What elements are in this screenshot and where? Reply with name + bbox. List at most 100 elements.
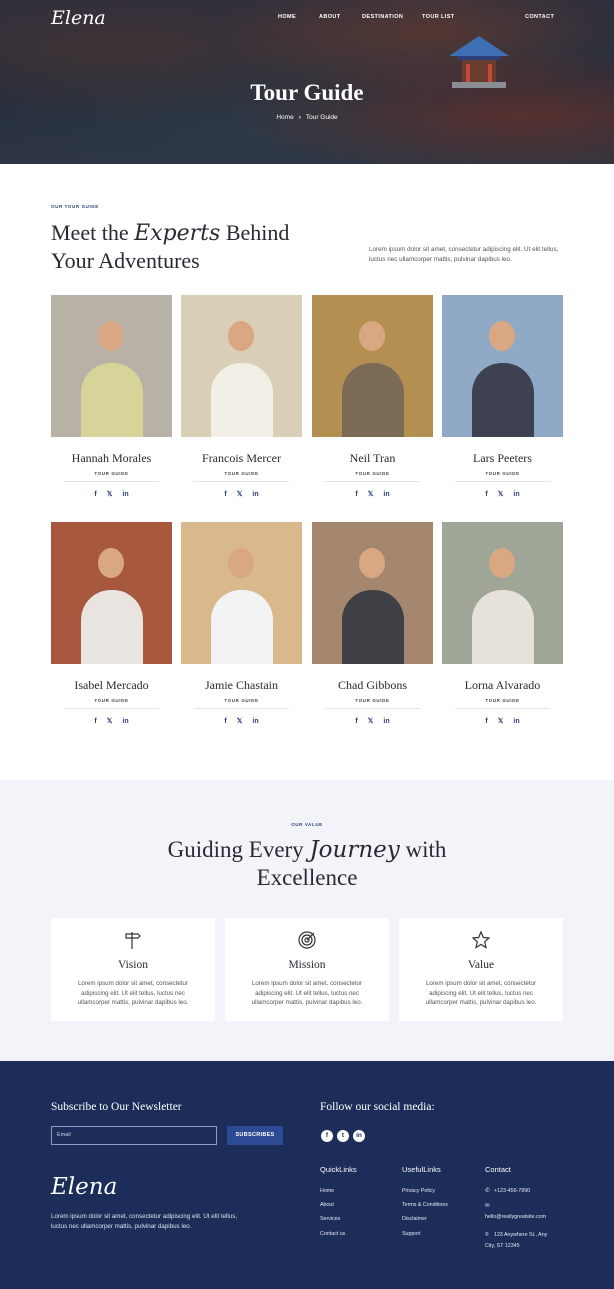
guide-name: Chad Gibbons [338,678,407,692]
footer-link-about[interactable]: About [320,1202,334,1208]
guide-figure-head [228,548,254,578]
mail-icon: ✉ [485,1203,490,1209]
footer-link-disclaimer[interactable]: Disclaimer [402,1216,427,1222]
divider [194,481,289,482]
guide-socials: f 𝕏in [181,717,302,725]
nav-destination[interactable]: DESTINATION [362,14,403,20]
guide-photo [442,295,563,437]
guide-figure-head [489,321,515,351]
divider [325,708,420,709]
nav-tour-list[interactable]: TOUR LIST [422,14,455,20]
contact-phone[interactable]: ✆ +123-456-7890 [485,1187,530,1194]
footer-link-privacy[interactable]: Privacy Policy [402,1188,435,1194]
contact-email[interactable]: hello@reallygreatsite.com [485,1214,546,1220]
page-title: Tour Guide [250,80,364,105]
footer-logo[interactable]: Elena [51,1174,117,1200]
guide-socials: f 𝕏in [51,717,172,725]
footer-link-contact[interactable]: Contact us [320,1231,345,1237]
star-icon [471,930,491,949]
facebook-icon[interactable]: f [224,491,226,498]
guide-photo [51,522,172,664]
values-section: OUR VALUE Guiding Every Journey with Exc… [0,780,614,1061]
guide-name: Jamie Chastain [205,678,278,692]
guide-photo [51,295,172,437]
values-heading: Guiding Every Journey with Excellence [0,836,614,891]
footer-link-support[interactable]: Support [402,1231,421,1237]
team-heading-pre: Meet the [51,220,129,245]
guide-figure-body [342,590,404,664]
guide-figure-head [98,548,124,578]
x-icon[interactable]: 𝕏 [107,718,113,725]
team-eyebrow: OUR TOUR GUIDE [51,204,99,209]
subscribe-button[interactable]: SUBSCRIBES [227,1126,283,1145]
guide-socials: f 𝕏in [442,717,563,725]
facebook-icon[interactable]: f [321,1130,333,1142]
guide-role: TOUR GUIDE [355,698,390,703]
facebook-icon[interactable]: f [355,718,357,725]
guide-card: Lorna Alvarado TOUR GUIDE f 𝕏in [442,522,563,725]
values-eyebrow: OUR VALUE [291,822,323,827]
guide-figure-body [211,363,273,437]
phone-icon: ✆ [485,1188,491,1194]
guide-socials: f 𝕏in [312,490,433,498]
linkedin-icon[interactable]: in [122,718,128,725]
guide-figure-body [211,590,273,664]
guide-name: Neil Tran [349,451,396,465]
footer-link-terms[interactable]: Terms & Conditions [402,1202,448,1208]
values-heading-post: with [405,837,447,862]
facebook-icon[interactable]: f [485,491,487,498]
x-icon[interactable]: 𝕏 [107,491,113,498]
linkedin-icon[interactable]: in [383,491,389,498]
guide-figure-head [98,321,124,351]
guide-figure-head [359,548,385,578]
divider [325,481,420,482]
team-heading: Meet the Experts Behind Your Adventures [51,219,341,274]
facebook-icon[interactable]: f [485,718,487,725]
facebook-icon[interactable]: f [94,718,96,725]
email-field[interactable]: Email [51,1126,217,1145]
footer-link-services[interactable]: Services [320,1216,340,1222]
value-title: Value [467,959,495,971]
linkedin-icon[interactable]: in [513,491,519,498]
facebook-icon[interactable]: f [355,491,357,498]
nav-contact[interactable]: CONTACT [525,14,554,20]
linkedin-icon[interactable]: in [513,718,519,725]
contact-address: ⌾ 123 Anywhere St., Any [485,1232,547,1239]
linkedin-icon[interactable]: in [122,491,128,498]
facebook-icon[interactable]: f [224,718,226,725]
breadcrumb-home[interactable]: Home [276,114,293,121]
guide-role: TOUR GUIDE [94,698,129,703]
twitter-icon[interactable]: t [337,1130,349,1142]
values-heading-pre: Guiding Every [167,837,304,862]
linkedin-icon[interactable]: in [353,1130,365,1142]
guide-name: Francois Mercer [202,451,281,465]
guide-figure-head [228,321,254,351]
linkedin-icon[interactable]: in [252,491,258,498]
footer-link-home[interactable]: Home [320,1188,334,1194]
vision-card: Vision Lorem ipsum dolor sit amet, conse… [51,918,215,1021]
x-icon[interactable]: 𝕏 [368,718,374,725]
x-icon[interactable]: 𝕏 [498,718,504,725]
location-pin-icon: ⌾ [485,1232,489,1238]
linkedin-icon[interactable]: in [252,718,258,725]
phone-text: +123-456-7890 [494,1188,531,1194]
signpost-icon [125,932,141,949]
hero-banner: Elena HOME ABOUT DESTINATION TOUR LIST C… [0,0,614,164]
guide-role: TOUR GUIDE [485,471,520,476]
x-icon[interactable]: 𝕏 [237,491,243,498]
guide-photo [312,522,433,664]
x-icon[interactable]: 𝕏 [498,491,504,498]
guide-role: TOUR GUIDE [485,698,520,703]
x-icon[interactable]: 𝕏 [368,491,374,498]
guide-socials: f 𝕏in [51,490,172,498]
brand-logo[interactable]: Elena [51,7,106,29]
nav-about[interactable]: ABOUT [319,14,341,20]
guide-role: TOUR GUIDE [224,471,259,476]
facebook-icon[interactable]: f [94,491,96,498]
guide-photo [312,295,433,437]
linkedin-icon[interactable]: in [383,718,389,725]
divider [194,708,289,709]
x-icon[interactable]: 𝕏 [237,718,243,725]
nav-home[interactable]: HOME [278,14,296,20]
values-heading-line2: Excellence [256,865,358,890]
